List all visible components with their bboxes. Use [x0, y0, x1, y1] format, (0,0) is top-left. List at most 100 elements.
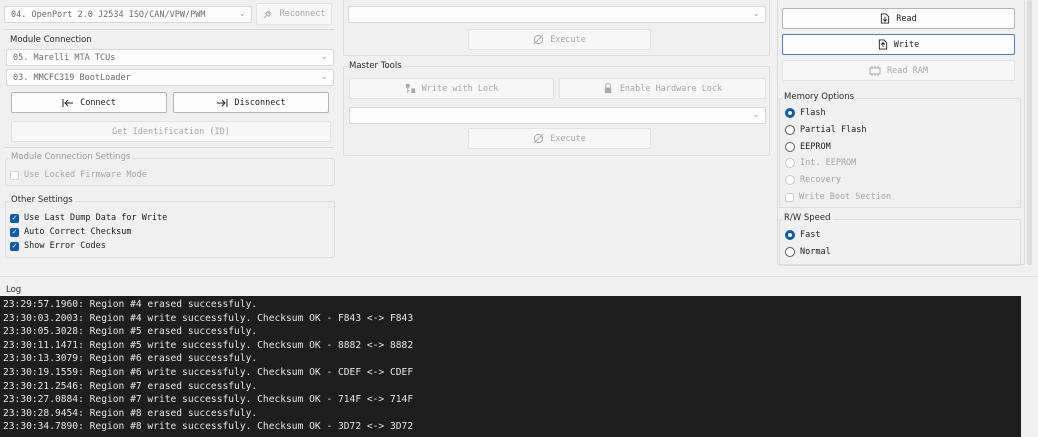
center-top-select[interactable]: ⌄ [348, 6, 766, 23]
log-line: 23:30:28.9454: Region #8 erased successf… [3, 407, 258, 419]
log-output[interactable]: 23:29:57.1960: Region #4 erased successf… [0, 296, 1021, 437]
left-divider [4, 147, 334, 148]
auto-correct-checksum-label: Auto Correct Checksum [24, 227, 132, 237]
chevron-down-icon: ⌄ [320, 72, 328, 82]
disconnect-icon [216, 98, 228, 108]
log-line: 23:30:19.1559: Region #6 write successfu… [3, 366, 414, 378]
radio-selected [785, 230, 795, 240]
left-divider [4, 29, 334, 30]
write-boot-section-label: Write Boot Section [799, 192, 892, 202]
rw-speed-title: R/W Speed [782, 213, 833, 223]
reconnect-label: Reconnect [279, 9, 326, 19]
log-divider [0, 276, 1038, 277]
radio-selected [785, 108, 795, 118]
chevron-down-icon: ⌄ [320, 52, 328, 62]
flash-radio[interactable]: Flash [785, 108, 826, 118]
connect-button[interactable]: Connect [11, 92, 167, 113]
auto-correct-checksum-checkbox[interactable]: ✓ Auto Correct Checksum [10, 227, 131, 237]
show-error-codes-label: Show Error Codes [24, 241, 106, 251]
locked-firmware-checkbox[interactable]: Use Locked Firmware Mode [10, 170, 147, 180]
locked-firmware-label: Use Locked Firmware Mode [24, 170, 147, 180]
read-file-icon [880, 13, 890, 24]
other-settings-title: Other Settings [9, 195, 75, 205]
write-label: Write [893, 39, 920, 50]
bootloader-select[interactable]: 03. MMCFC319 BootLoader ⌄ [6, 69, 334, 86]
radio-unselected [785, 125, 795, 135]
enable-hardware-lock-label: Enable Hardware Lock [619, 83, 723, 94]
write-boot-section-checkbox[interactable]: Write Boot Section [785, 192, 891, 202]
partial-flash-radio[interactable]: Partial Flash [785, 125, 867, 135]
read-ram-button[interactable]: Read RAM [782, 60, 1015, 81]
bootloader-select-value: 03. MMCFC319 BootLoader [13, 72, 131, 83]
lock-icon [603, 83, 614, 94]
log-line: 23:30:34.7890: Region #8 write successfu… [3, 421, 414, 433]
show-error-codes-checkbox[interactable]: ✓ Show Error Codes [10, 241, 106, 251]
master-execute-button[interactable]: Execute [468, 128, 651, 149]
interface-select-value: 04. OpenPort 2.0 J2534 ISO/CAN/VPW/PWM [11, 9, 206, 20]
fast-label: Fast [800, 230, 821, 240]
flash-label: Flash [800, 108, 826, 118]
checkbox-box [10, 170, 19, 180]
key-lock-icon [405, 83, 416, 94]
disconnect-button[interactable]: Disconnect [173, 92, 329, 113]
fast-radio[interactable]: Fast [785, 230, 820, 240]
check-icon: ✓ [10, 213, 19, 223]
module-connection-title: Module Connection [10, 35, 92, 45]
memory-options-title: Memory Options [782, 92, 857, 102]
radio-unselected [785, 142, 795, 152]
log-line: 23:30:05.3028: Region #5 erased successf… [3, 326, 258, 338]
eeprom-radio[interactable]: EEPROM [785, 142, 831, 152]
read-label: Read [896, 13, 917, 24]
master-execute-label: Execute [550, 133, 586, 144]
radio-unselected [785, 175, 795, 185]
recovery-radio[interactable]: Recovery [785, 175, 841, 185]
connect-label: Connect [80, 97, 116, 108]
use-last-dump-checkbox[interactable]: ✓ Use Last Dump Data for Write [10, 213, 167, 223]
write-with-lock-label: Write with Lock [421, 83, 499, 94]
radio-unselected [785, 247, 795, 257]
chevron-down-icon: ⌄ [752, 110, 760, 120]
partial-flash-label: Partial Flash [800, 125, 867, 135]
module-select[interactable]: 05. Marelli MTA TCUs ⌄ [6, 49, 334, 66]
radio-unselected [785, 158, 795, 168]
log-line: 23:30:13.3079: Region #6 erased successf… [3, 353, 258, 365]
chevron-down-icon: ⌄ [752, 9, 760, 19]
connect-icon [62, 98, 74, 108]
log-line: 23:30:21.2546: Region #7 erased successf… [3, 380, 258, 392]
checkbox-box [785, 192, 794, 202]
rw-speed-group [779, 219, 1021, 266]
interface-select[interactable]: 04. OpenPort 2.0 J2534 ISO/CAN/VPW/PWM ⌄ [4, 6, 252, 23]
read-button[interactable]: Read [782, 8, 1015, 29]
reconnect-button[interactable]: Reconnect [256, 3, 332, 25]
enable-hardware-lock-button[interactable]: Enable Hardware Lock [559, 78, 766, 99]
check-icon: ✓ [10, 227, 19, 237]
get-identification-label: Get Identification (ID) [112, 126, 230, 137]
execute-icon [533, 34, 544, 45]
master-tools-title: Master Tools [347, 61, 404, 71]
int-eeprom-label: Int. EEPROM [800, 158, 857, 168]
check-icon: ✓ [10, 241, 19, 251]
vertical-scrollbar[interactable] [1027, 0, 1032, 265]
write-button[interactable]: Write [782, 34, 1015, 55]
normal-radio[interactable]: Normal [785, 247, 831, 257]
chevron-down-icon: ⌄ [238, 9, 246, 19]
execute-icon [533, 133, 544, 144]
get-identification-button[interactable]: Get Identification (ID) [11, 121, 331, 142]
use-last-dump-label: Use Last Dump Data for Write [24, 213, 168, 223]
log-line: 23:30:03.2003: Region #4 write successfu… [3, 312, 414, 324]
module-connection-settings-title: Module Connection Settings [9, 152, 133, 162]
module-select-value: 05. Marelli MTA TCUs [13, 52, 116, 63]
log-line: 23:30:11.1471: Region #5 write successfu… [3, 339, 414, 351]
write-file-icon [878, 39, 888, 50]
plug-icon [262, 9, 273, 20]
write-with-lock-button[interactable]: Write with Lock [349, 78, 554, 99]
normal-label: Normal [800, 247, 831, 257]
read-ram-label: Read RAM [887, 65, 928, 76]
master-tools-select[interactable]: ⌄ [349, 107, 766, 124]
disconnect-label: Disconnect [234, 97, 286, 108]
execute-label: Execute [550, 34, 586, 45]
int-eeprom-radio[interactable]: Int. EEPROM [785, 158, 856, 168]
execute-button[interactable]: Execute [468, 29, 651, 50]
log-line: 23:29:57.1960: Region #4 erased successf… [3, 299, 258, 310]
memory-chip-icon [869, 65, 881, 76]
